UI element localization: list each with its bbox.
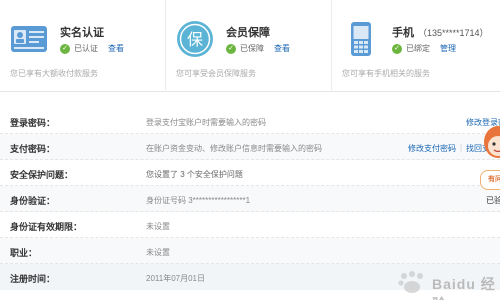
card-status: ✓ 已绑定 管理 [392, 43, 456, 54]
separator: | [460, 143, 463, 152]
id-card-icon [11, 26, 47, 52]
masked-phone-number: （135*****1714） [418, 28, 489, 38]
row-identity-verification: 身份验证： 身份证号码 3*****************1 已验 [0, 186, 500, 212]
card-status: ✓ 已认证 查看 [60, 43, 124, 54]
security-cards: 实名认证 ✓ 已认证 查看 您已享有大额收付款服务 保 会员保障 ✓ 已保障 查… [0, 0, 500, 92]
row-security-questions: 安全保护问题： 您设置了 3 个安全保护问题 [0, 160, 500, 186]
view-link[interactable]: 查看 [274, 43, 290, 54]
row-label: 职业： [10, 248, 38, 258]
row-label: 身份证有效期限： [10, 222, 83, 232]
row-occupation: 职业： 未设置 [0, 238, 500, 264]
row-value: 2011年07月01日 [146, 274, 205, 283]
shield-bao-icon: 保 [177, 21, 213, 57]
check-icon: ✓ [60, 43, 70, 54]
verified-status: 已验 [486, 196, 500, 205]
row-value: 身份证号码 3*****************1 [146, 196, 251, 205]
svg-text:保: 保 [187, 30, 203, 49]
card-realname: 实名认证 ✓ 已认证 查看 您已享有大额收付款服务 [0, 0, 166, 92]
row-label: 支付密码： [10, 144, 56, 154]
card-description: 您可享受会员保障服务 [176, 69, 256, 78]
status-text: 已认证 [74, 44, 98, 53]
card-description: 您已享有大额收付款服务 [10, 69, 98, 78]
row-label: 注册时间： [10, 274, 56, 284]
change-payment-password-link[interactable]: 修改支付密码 [408, 143, 456, 154]
row-payment-password: 支付密码： 在账户资金变动、修改账户信息时需要输入的密码 修改支付密码 | 找回… [0, 134, 500, 160]
card-member-protection: 保 会员保障 ✓ 已保障 查看 您可享受会员保障服务 [166, 0, 332, 92]
check-icon: ✓ [226, 43, 236, 54]
help-mascot-icon[interactable] [482, 124, 500, 170]
row-label: 登录密码： [10, 118, 56, 128]
card-title: 实名认证 [60, 27, 104, 39]
card-status: ✓ 已保障 查看 [226, 43, 290, 54]
manage-link[interactable]: 管理 [440, 43, 456, 54]
card-title-text: 手机 [392, 27, 414, 39]
row-id-validity: 身份证有效期限： 未设置 [0, 212, 500, 238]
row-value: 未设置 [146, 222, 170, 231]
watermark-text: Baidu 经验 [432, 276, 496, 300]
check-icon: ✓ [392, 43, 402, 54]
row-value: 登录支付宝账户时需要输入的密码 [146, 118, 266, 127]
row-value: 您设置了 3 个安全保护问题 [146, 170, 243, 179]
mobile-phone-icon [351, 22, 371, 56]
row-label: 安全保护问题： [10, 170, 74, 180]
status-text: 已保障 [240, 44, 264, 53]
row-value: 在账户资金变动、修改账户信息时需要输入的密码 [146, 144, 322, 153]
view-link[interactable]: 查看 [108, 43, 124, 54]
status-text: 已绑定 [406, 44, 430, 53]
row-label: 身份验证： [10, 196, 56, 206]
row-login-password: 登录密码： 登录支付宝账户时需要输入的密码 修改登录密码 [0, 108, 500, 134]
card-description: 您可享有手机相关的服务 [342, 69, 430, 78]
card-title: 会员保障 [226, 27, 270, 39]
row-value: 未设置 [146, 248, 170, 257]
security-settings-list: 登录密码： 登录支付宝账户时需要输入的密码 修改登录密码 支付密码： 在账户资金… [0, 108, 500, 290]
card-mobile: 手机 （135*****1714） ✓ 已绑定 管理 您可享有手机相关的服务 [332, 0, 500, 92]
help-bubble[interactable]: 有问 [480, 170, 500, 190]
card-title: 手机 （135*****1714） [392, 24, 489, 40]
